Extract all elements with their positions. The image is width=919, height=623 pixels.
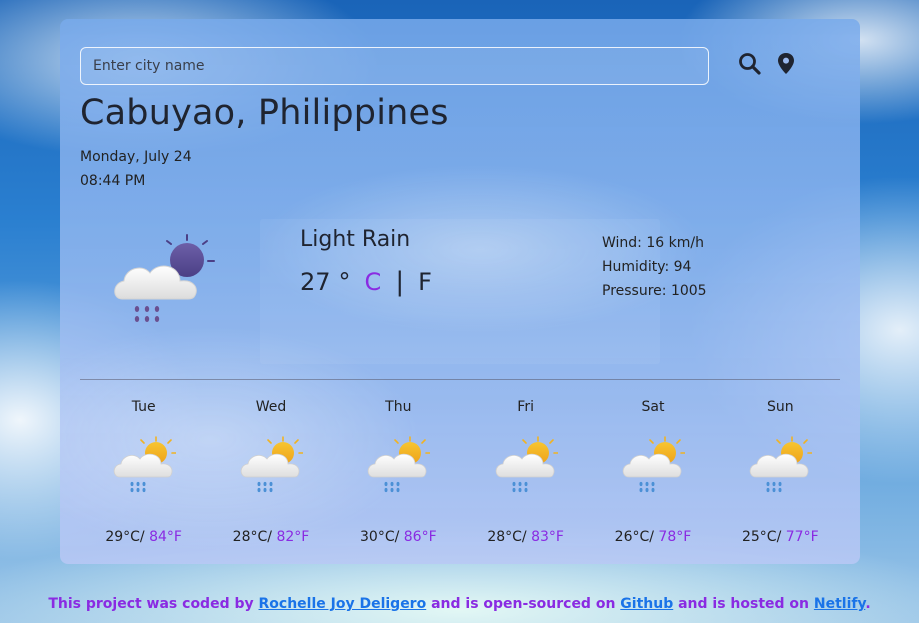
forecast-day: Thu 30°C/ 86°F <box>335 399 462 545</box>
author-link[interactable]: Rochelle Joy Deligero <box>259 596 427 612</box>
forecast-celsius: 25°C/ <box>741 529 782 545</box>
current-temperature: 27 ° C | F <box>300 267 432 297</box>
location-pin-icon[interactable] <box>773 51 799 77</box>
current-time: 08:44 PM <box>80 173 146 189</box>
search-icon[interactable] <box>737 51 763 77</box>
forecast-fahrenheit: 84°F <box>149 529 182 545</box>
forecast-day-name: Tue <box>131 399 156 415</box>
netlify-link[interactable]: Netlify <box>814 596 865 612</box>
current-date: Monday, July 24 <box>80 149 192 165</box>
unit-separator: | <box>395 267 405 297</box>
sun-cloud-rain-icon <box>622 436 685 493</box>
weather-card: Cabuyao, Philippines Monday, July 24 08:… <box>60 19 860 564</box>
sun-cloud-rain-icon <box>367 436 431 493</box>
footer-text: This project was coded by <box>48 596 259 612</box>
forecast-temperature: 30°C/ 86°F <box>335 529 462 545</box>
forecast-celsius: 28°C/ <box>232 529 272 545</box>
forecast-day-name: Sat <box>641 399 665 415</box>
forecast-temperature: 28°C/ 83°F <box>462 529 589 545</box>
forecast-temperature: 26°C/ 78°F <box>589 529 716 545</box>
weather-description: Light Rain <box>300 227 411 252</box>
forecast-day-name: Thu <box>385 399 412 415</box>
forecast-fahrenheit: 78°F <box>658 529 692 545</box>
celsius-toggle[interactable]: C <box>365 268 382 296</box>
forecast-celsius: 26°C/ <box>614 529 654 545</box>
pressure: Pressure: 1005 <box>602 283 707 299</box>
forecast-day: Tue 29°C/ 84°F <box>80 399 207 545</box>
forecast-celsius: 29°C/ <box>105 529 145 545</box>
forecast-day-name: Fri <box>517 399 534 415</box>
forecast-fahrenheit: 86°F <box>403 529 437 545</box>
forecast-row: Tue 29°C/ 84°F Wed 28°C/ 82°F Thu 30°C/ … <box>80 399 844 545</box>
sun-cloud-rain-icon <box>112 436 176 493</box>
forecast-fahrenheit: 77°F <box>785 529 819 545</box>
forecast-day: Wed 28°C/ 82°F <box>207 399 334 545</box>
humidity: Humidity: 94 <box>602 259 692 275</box>
forecast-fahrenheit: 82°F <box>276 529 310 545</box>
forecast-day: Fri 28°C/ 83°F <box>462 399 589 545</box>
github-link[interactable]: Github <box>620 596 673 612</box>
sun-cloud-rain-icon <box>494 436 558 493</box>
search-input[interactable] <box>80 47 709 85</box>
footer-text: and is hosted on <box>673 596 814 612</box>
sun-cloud-rain-icon <box>240 436 303 493</box>
forecast-temperature: 29°C/ 84°F <box>80 529 207 545</box>
footer-credit: This project was coded by Rochelle Joy D… <box>0 596 919 612</box>
footer-text: . <box>865 596 871 612</box>
forecast-day-name: Sun <box>766 399 794 415</box>
fahrenheit-toggle[interactable]: F <box>418 268 432 296</box>
forecast-temperature: 25°C/ 77°F <box>717 529 844 545</box>
degree-symbol: ° <box>338 268 351 296</box>
divider <box>80 379 840 380</box>
forecast-celsius: 28°C/ <box>487 529 527 545</box>
sun-cloud-rain-icon <box>749 436 813 493</box>
forecast-celsius: 30°C/ <box>360 529 400 545</box>
forecast-day: Sun 25°C/ 77°F <box>717 399 844 545</box>
wind-speed: Wind: 16 km/h <box>602 235 704 251</box>
forecast-fahrenheit: 83°F <box>531 529 564 545</box>
temperature-value: 27 <box>300 268 331 296</box>
forecast-day-name: Wed <box>255 399 287 415</box>
city-name: Cabuyao, Philippines <box>80 93 449 133</box>
weather-details: Wind: 16 km/h Humidity: 94 Pressure: 100… <box>602 231 707 303</box>
footer-text: and is open-sourced on <box>426 596 621 612</box>
forecast-temperature: 28°C/ 82°F <box>207 529 334 545</box>
forecast-day: Sat 26°C/ 78°F <box>589 399 716 545</box>
night-cloud-rain-icon <box>110 231 220 331</box>
